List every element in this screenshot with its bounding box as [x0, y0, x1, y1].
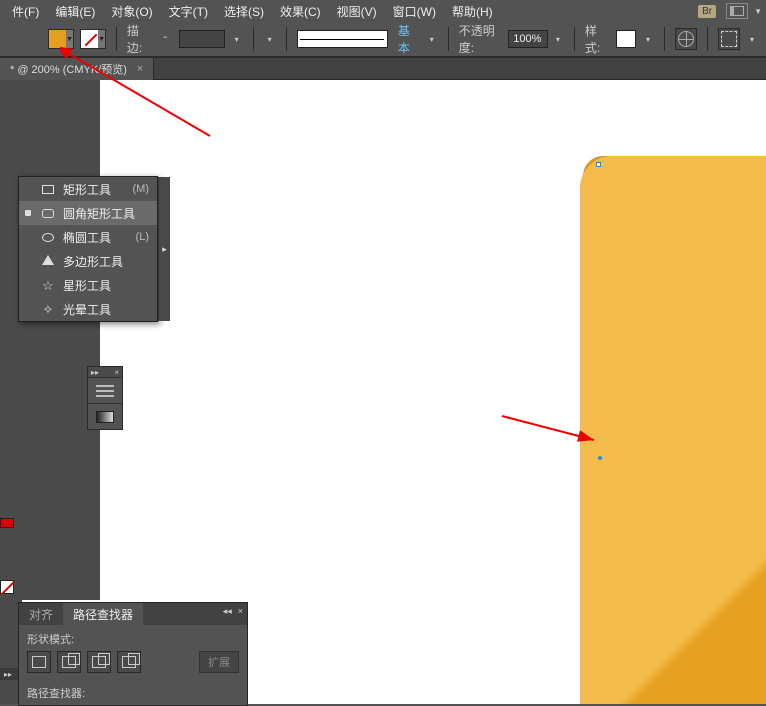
shape-modes-label: 形状模式: — [19, 625, 247, 651]
gradient-icon — [96, 411, 114, 423]
recolor-button[interactable] — [675, 28, 697, 50]
pathfinders-label: 路径查找器: — [19, 679, 247, 705]
menu-window[interactable]: 窗口(W) — [385, 1, 444, 22]
pf-exclude-button[interactable] — [117, 651, 141, 673]
stroke-weight-input[interactable] — [179, 30, 225, 48]
rounded-rectangle-icon — [42, 209, 54, 218]
expand-icon[interactable]: ▸▸ — [91, 368, 99, 377]
toolbox-color-indicator[interactable] — [0, 518, 14, 528]
close-icon[interactable]: × — [137, 63, 143, 75]
tab-align[interactable]: 对齐 — [19, 603, 63, 625]
expand-icon: ▸▸ — [4, 670, 12, 679]
polygon-icon — [42, 255, 54, 265]
expand-button[interactable]: 扩展 — [199, 651, 239, 673]
menu-bar: 件(F) 编辑(E) 对象(O) 文字(T) 选择(S) 效果(C) 视图(V)… — [0, 0, 766, 22]
globe-icon — [678, 31, 694, 47]
pf-intersect-button[interactable] — [87, 651, 111, 673]
menu-view[interactable]: 视图(V) — [329, 1, 385, 22]
tool-label: 圆角矩形工具 — [63, 205, 135, 222]
mini-panel-paragraph[interactable] — [88, 377, 122, 403]
tool-label: 矩形工具 — [63, 181, 111, 198]
tool-rectangle[interactable]: 矩形工具 (M) — [19, 177, 157, 201]
tool-label: 光晕工具 — [63, 301, 111, 318]
collapse-icon[interactable]: ◂◂ — [223, 606, 232, 617]
ellipse-icon — [42, 233, 54, 242]
paragraph-icon — [96, 385, 114, 397]
brush-definition[interactable] — [297, 30, 388, 48]
rectangle-icon — [42, 185, 54, 194]
selection-anchor[interactable] — [598, 456, 602, 460]
tool-polygon[interactable]: 多边形工具 — [19, 249, 157, 273]
shape-tool-flyout: 矩形工具 (M) 圆角矩形工具 椭圆工具 (L) 多边形工具 ☆ 星形工具 ✧ … — [18, 176, 158, 322]
stroke-swatch[interactable]: ▼ — [80, 29, 106, 49]
tool-ellipse[interactable]: 椭圆工具 (L) — [19, 225, 157, 249]
tool-label: 椭圆工具 — [63, 229, 111, 246]
mini-panel-gradient[interactable] — [88, 403, 122, 429]
minus-front-icon — [62, 656, 76, 668]
tool-shortcut: (M) — [133, 183, 150, 195]
brush-dd[interactable]: ▾ — [426, 35, 438, 44]
document-tab-bar: * @ 200% (CMYK/预览) × — [0, 58, 766, 80]
close-icon[interactable]: × — [114, 368, 119, 377]
artwork-rounded-rect[interactable] — [580, 156, 766, 704]
tool-flare[interactable]: ✧ 光晕工具 — [19, 297, 157, 321]
bridge-button[interactable]: Br — [698, 5, 716, 18]
fill-swatch[interactable]: ▼ — [48, 29, 74, 49]
unite-icon — [32, 656, 46, 668]
menu-text[interactable]: 文字(T) — [161, 1, 216, 22]
graphic-style-swatch[interactable] — [616, 30, 636, 48]
tool-label: 多边形工具 — [63, 253, 123, 270]
pf-minus-front-button[interactable] — [57, 651, 81, 673]
stroke-weight-dd[interactable]: ▾ — [231, 35, 243, 44]
arrange-documents-button[interactable] — [726, 3, 748, 19]
exclude-icon — [122, 656, 136, 668]
selection-handle[interactable] — [596, 162, 601, 167]
menu-object[interactable]: 对象(O) — [103, 1, 160, 22]
tool-shortcut: (L) — [136, 231, 149, 243]
options-bar: ▼ ▼ 描边: ⌃ ▾ ▾ 基本 ▾ 不透明度: 100% ▾ 样式: ▾ ▾ — [0, 22, 766, 58]
flyout-tearoff-handle[interactable]: ▸ — [158, 177, 170, 321]
stroke-weight-dec[interactable]: ⌃ — [158, 35, 173, 44]
opacity-input[interactable]: 100% — [508, 30, 548, 48]
intersect-icon — [92, 656, 106, 668]
style-dd[interactable]: ▾ — [642, 35, 654, 44]
arrange-dropdown-icon[interactable]: ▼ — [754, 7, 762, 16]
style-label: 样式: — [585, 22, 610, 56]
document-tab-title: * @ 200% (CMYK/预览) — [10, 61, 127, 77]
tool-star[interactable]: ☆ 星形工具 — [19, 273, 157, 297]
panel-tab-row: 对齐 路径查找器 ◂◂ × — [19, 603, 247, 625]
pf-unite-button[interactable] — [27, 651, 51, 673]
close-icon[interactable]: × — [238, 606, 243, 617]
toolbox-fill-none[interactable] — [0, 580, 14, 594]
brush-basic-label: 基本 — [398, 22, 420, 56]
menu-select[interactable]: 选择(S) — [216, 1, 272, 22]
opacity-dd[interactable]: ▾ — [552, 35, 564, 44]
mini-dock-panel: ▸▸ × — [87, 366, 123, 430]
transform-button[interactable] — [718, 28, 740, 50]
transform-dd[interactable]: ▾ — [746, 35, 758, 44]
menu-effect[interactable]: 效果(C) — [272, 1, 329, 22]
opacity-label: 不透明度: — [459, 22, 505, 56]
flare-icon: ✧ — [41, 302, 55, 316]
tab-pathfinder[interactable]: 路径查找器 — [63, 603, 143, 625]
pathfinder-panel: 对齐 路径查找器 ◂◂ × 形状模式: 扩展 路径查找器: — [18, 602, 248, 706]
tool-label: 星形工具 — [63, 277, 111, 294]
tool-rounded-rectangle[interactable]: 圆角矩形工具 — [19, 201, 157, 225]
stroke-label: 描边: — [127, 22, 152, 56]
toolbox-color-swatches — [0, 580, 16, 604]
menu-help[interactable]: 帮助(H) — [444, 1, 501, 22]
transform-icon — [721, 31, 737, 47]
vsp-dd[interactable]: ▾ — [264, 35, 276, 44]
star-icon: ☆ — [41, 278, 55, 292]
document-tab[interactable]: * @ 200% (CMYK/预览) × — [0, 58, 154, 80]
menu-file[interactable]: 件(F) — [4, 1, 47, 22]
menu-edit[interactable]: 编辑(E) — [47, 1, 103, 22]
